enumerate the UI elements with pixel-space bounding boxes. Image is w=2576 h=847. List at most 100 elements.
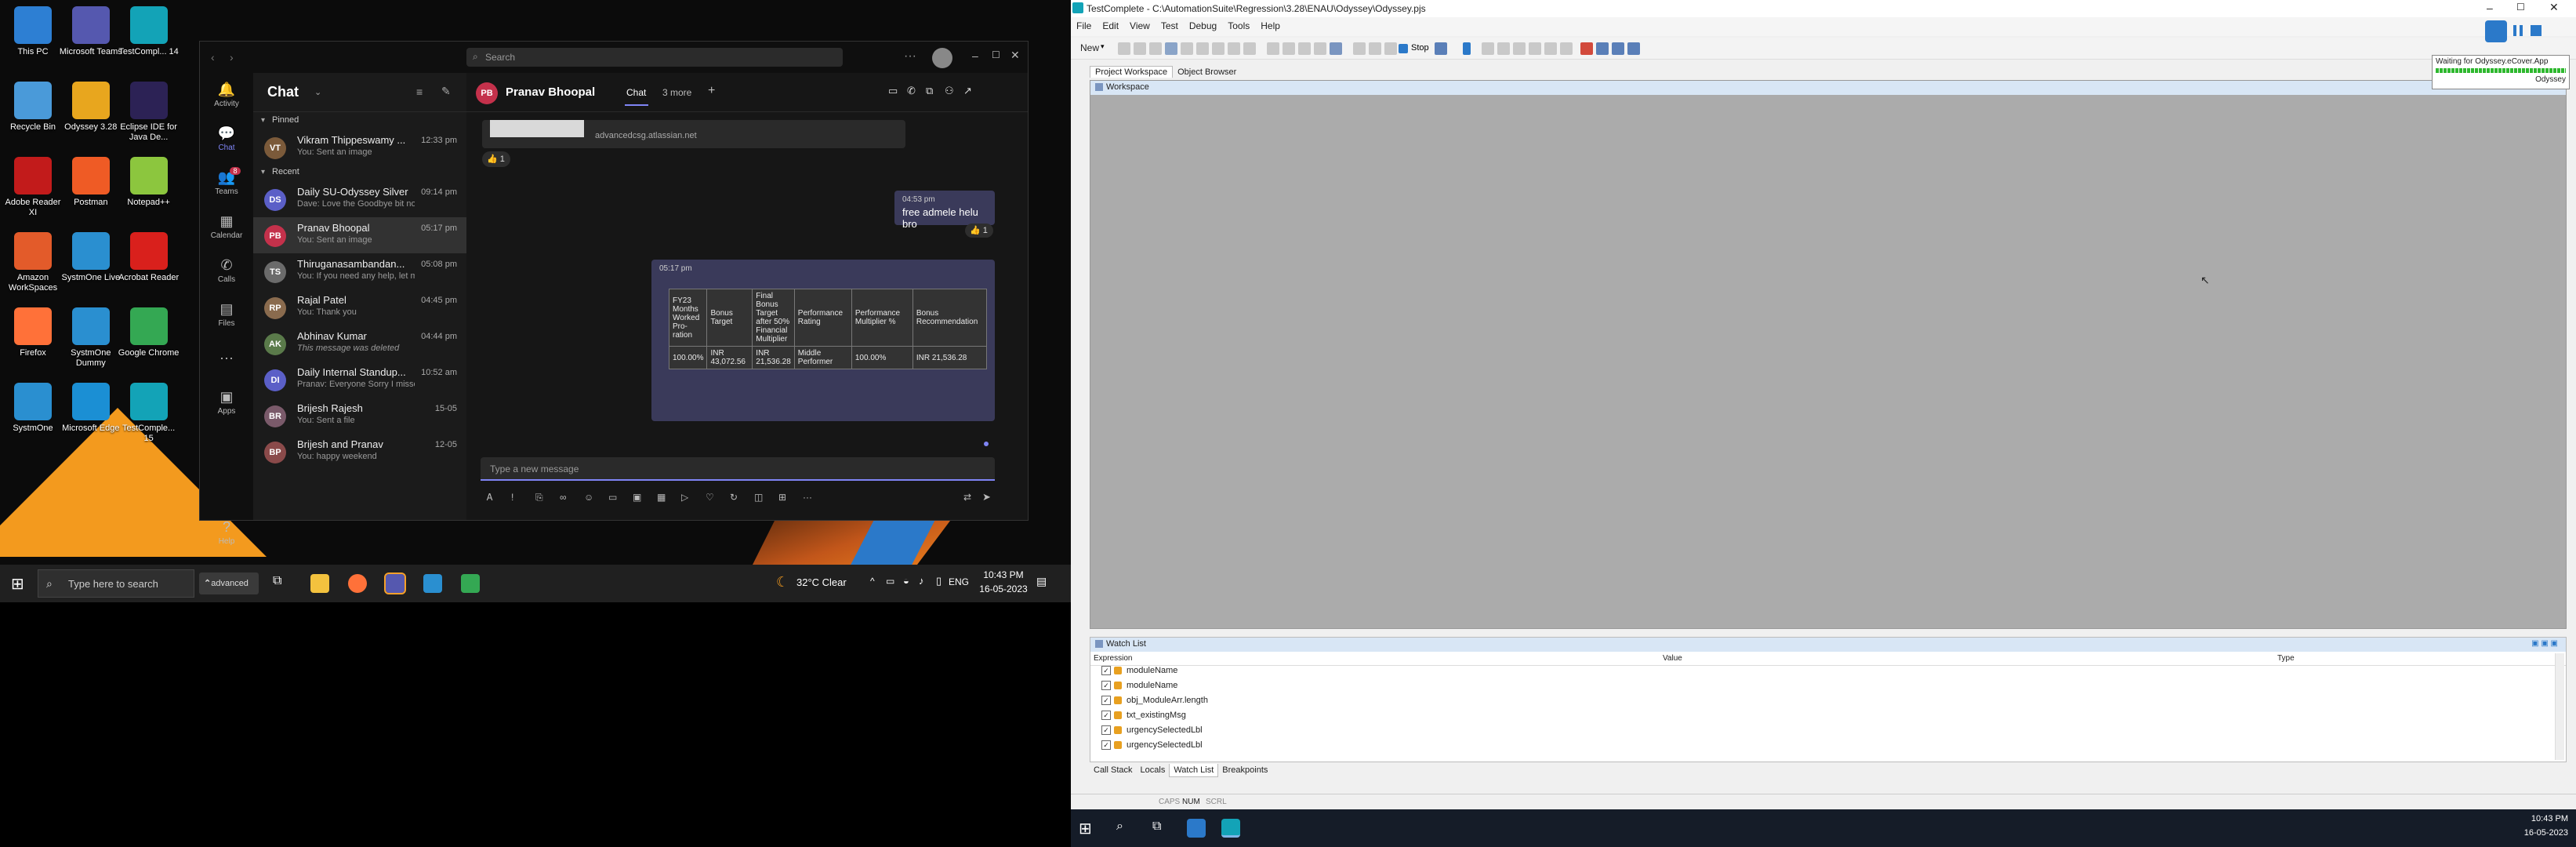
wifi-icon[interactable]: ◒ <box>903 575 909 587</box>
chevron-up-icon[interactable]: ^ <box>870 576 875 587</box>
search-input[interactable]: ⌕ Search <box>466 48 843 67</box>
checkbox[interactable]: ✓ <box>1101 696 1111 706</box>
watch-row[interactable]: ✓ urgencySelectedLbl <box>1090 725 2566 740</box>
praise-icon[interactable]: ♡ <box>706 492 714 503</box>
rail-item-teams[interactable]: 👥 Teams 8 <box>200 161 253 205</box>
column-type[interactable]: Type <box>2277 654 2295 663</box>
desktop-shortcut[interactable]: TestCompl... 14 <box>118 6 180 57</box>
pause-icon[interactable] <box>1463 42 1471 55</box>
message-bubble[interactable]: 05:17 pm FY23 Months Worked Pro-ration Bo… <box>651 260 995 421</box>
taskbar-search-input[interactable]: ⌕ Type here to search <box>38 569 194 598</box>
stop-button[interactable]: Stop <box>1411 43 1429 53</box>
checkbox[interactable]: ✓ <box>1101 725 1111 736</box>
toolbar-icon[interactable] <box>1330 42 1342 55</box>
rail-item-[interactable]: ··· <box>200 336 253 380</box>
add-tab-icon[interactable]: + <box>708 84 715 98</box>
toolbar-icon[interactable] <box>1529 42 1541 55</box>
checkbox[interactable]: ✓ <box>1101 681 1111 691</box>
rail-item-calls[interactable]: ✆ Calls <box>200 249 253 293</box>
chat-list-item[interactable]: PB Pranav Bhoopal You: Sent an image 05:17 … <box>253 217 466 253</box>
firefox-icon[interactable] <box>348 574 367 593</box>
toolbar-icon[interactable] <box>1165 42 1177 55</box>
menu-edit[interactable]: Edit <box>1097 17 1124 35</box>
teams-icon[interactable] <box>384 573 406 594</box>
column-expression[interactable]: Expression <box>1094 654 1132 663</box>
pause-icon[interactable] <box>2513 25 2523 36</box>
toolbar-icon[interactable] <box>1149 42 1162 55</box>
compose-box[interactable]: Type a new message <box>481 457 995 481</box>
chat-list-item[interactable]: TS Thiruganasambandan... You: If you need … <box>253 253 466 289</box>
toolbar-icon[interactable] <box>1560 42 1573 55</box>
updates-icon[interactable]: ◫ <box>754 492 763 503</box>
menu-tools[interactable]: Tools <box>1222 17 1255 35</box>
meet-icon[interactable]: ▦ <box>657 492 666 503</box>
toolbar-icon[interactable] <box>1596 42 1609 55</box>
clock-date[interactable]: 16-05-2023 <box>975 583 1032 594</box>
rail-item-calendar[interactable]: ▦ Calendar <box>200 205 253 249</box>
desktop-shortcut[interactable]: This PC <box>2 6 64 57</box>
desktop-shortcut[interactable]: SystmOne <box>2 383 64 434</box>
desktop-shortcut[interactable]: SystmOne Dummy <box>60 307 122 369</box>
app-icon[interactable] <box>461 574 480 593</box>
volume-icon[interactable]: ♪ <box>919 575 924 587</box>
link-preview[interactable]: advancedcsg.atlassian.net <box>482 120 905 148</box>
toolbar-icon[interactable] <box>1314 42 1326 55</box>
clock-time[interactable]: 10:43 PM <box>980 569 1027 580</box>
popout-icon[interactable]: ↗ <box>963 85 972 97</box>
toolbar-icon[interactable] <box>1627 42 1640 55</box>
back-arrow-icon[interactable]: ‹ <box>211 51 215 64</box>
chat-list-item[interactable]: DS Daily SU-Odyssey Silver Dave: Love the … <box>253 181 466 217</box>
toolbar-icon[interactable] <box>1267 42 1279 55</box>
screen-share-icon[interactable]: ⧉ <box>926 85 933 97</box>
search-icon[interactable]: ⌕ <box>1116 820 1123 834</box>
format-icon[interactable]: Ꭺ <box>487 492 493 503</box>
testcomplete-icon[interactable] <box>1221 819 1240 838</box>
chevron-down-icon[interactable]: ▾ <box>1101 42 1105 51</box>
toolbar-icon[interactable] <box>1196 42 1209 55</box>
file-explorer-icon[interactable] <box>310 574 329 593</box>
emoji-icon[interactable]: ☺ <box>584 492 593 503</box>
reaction-badge[interactable]: 👍 1 <box>482 151 510 167</box>
more-icon[interactable]: ··· <box>803 492 812 503</box>
reaction-badge[interactable]: 👍 1 <box>965 224 993 238</box>
menu-view[interactable]: View <box>1124 17 1156 35</box>
menu-test[interactable]: Test <box>1156 17 1184 35</box>
toolbar-icon[interactable] <box>1212 42 1225 55</box>
watch-row[interactable]: ✓ txt_existingMsg <box>1090 711 2566 725</box>
desktop-shortcut[interactable]: Eclipse IDE for Java De... <box>118 82 180 143</box>
toolbar-icon[interactable] <box>1384 42 1397 55</box>
weather-text[interactable]: 32°C Clear <box>796 576 847 588</box>
toolbar-icon[interactable] <box>1497 42 1510 55</box>
desktop-shortcut[interactable]: TestComple... 15 <box>118 383 180 444</box>
windows-start-icon[interactable]: ⊞ <box>11 574 24 594</box>
notifications-icon[interactable]: ▤ <box>1036 575 1047 588</box>
watch-row[interactable]: ✓ moduleName <box>1090 666 2566 681</box>
checkbox[interactable]: ✓ <box>1101 666 1111 676</box>
tab-call-stack[interactable]: Call Stack <box>1090 764 1137 776</box>
phone-icon[interactable]: ✆ <box>907 85 916 97</box>
desktop-shortcut[interactable]: Postman <box>60 157 122 208</box>
desktop-shortcut[interactable]: Microsoft Teams <box>60 6 122 57</box>
priority-icon[interactable]: ! <box>511 492 513 503</box>
column-value[interactable]: Value <box>1663 654 1682 663</box>
tab-object-browser[interactable]: Object Browser <box>1173 67 1241 78</box>
task-view-icon[interactable]: ⧉ <box>1152 820 1161 834</box>
maximize-icon[interactable]: ☐ <box>992 49 1000 60</box>
network-icon[interactable]: ▭ <box>886 576 894 587</box>
menu-debug[interactable]: Debug <box>1184 17 1222 35</box>
minimize-icon[interactable]: – <box>972 49 978 62</box>
chat-list-item[interactable]: RP Rajal Patel You: Thank you 04:45 pm <box>253 289 466 325</box>
watch-row[interactable]: ✓ moduleName <box>1090 681 2566 696</box>
tab-project-workspace[interactable]: Project Workspace <box>1090 66 1174 78</box>
desktop-shortcut[interactable]: Notepad++ <box>118 157 180 208</box>
toolbar-icon[interactable] <box>1544 42 1557 55</box>
app-icon[interactable] <box>1187 819 1206 838</box>
toolbar-icon[interactable] <box>1243 42 1256 55</box>
maximize-icon[interactable]: ☐ <box>2516 2 2525 13</box>
people-icon[interactable]: ⚇ <box>945 85 954 97</box>
close-icon[interactable]: ✕ <box>2549 1 2559 14</box>
battery-icon[interactable]: ▯ <box>936 575 942 587</box>
rail-item-files[interactable]: ▤ Files <box>200 293 253 336</box>
app-icon[interactable] <box>423 574 442 593</box>
desktop-shortcut[interactable]: SystmOne Live <box>60 232 122 283</box>
